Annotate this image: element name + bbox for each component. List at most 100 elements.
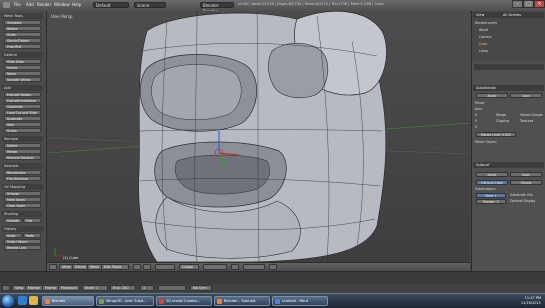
tool-button[interactable]: Delete xyxy=(4,143,41,148)
tool-section-header[interactable]: History xyxy=(2,226,43,232)
ie-icon[interactable] xyxy=(18,296,27,305)
minimize-icon[interactable]: – xyxy=(512,0,523,8)
start-button[interactable] xyxy=(2,295,14,307)
modifier-header[interactable]: Subdivision xyxy=(473,85,544,91)
tool-button[interactable]: Recalculate xyxy=(4,170,41,175)
render-levels-field[interactable]: Render: 2 xyxy=(476,199,506,204)
tool-section-header[interactable]: Deform xyxy=(2,52,43,58)
tool-button[interactable]: Mark Seam xyxy=(4,197,41,202)
menu-frame[interactable]: Frame xyxy=(42,285,59,291)
tool-button[interactable]: Smooth xyxy=(4,218,22,223)
taskbar-item[interactable]: Untitled - Paint xyxy=(272,296,328,306)
taskbar-item[interactable]: Blender xyxy=(42,296,94,306)
simple-button[interactable]: Simple xyxy=(510,180,542,185)
tool-section-header[interactable]: Add xyxy=(2,85,43,91)
taskbar-item[interactable]: Wings3D - Add: Subd... xyxy=(96,296,154,306)
tool-section-header[interactable]: Normals xyxy=(2,163,43,169)
tool-button[interactable]: Unwrap xyxy=(4,191,41,196)
taskbar-item[interactable]: 3D model Creator... xyxy=(156,296,212,306)
menu-render[interactable]: Render xyxy=(37,2,51,7)
tool-button[interactable]: Scale xyxy=(4,32,41,37)
current-frame-field[interactable]: 1 xyxy=(140,285,154,291)
snap-icon[interactable] xyxy=(269,264,277,270)
maximize-icon[interactable]: □ xyxy=(523,0,534,8)
tool-button[interactable]: Push/Pull xyxy=(4,44,41,49)
mode-selector[interactable]: Edit Mode xyxy=(101,264,129,270)
menu-playback[interactable]: Playback xyxy=(58,285,80,291)
merge-limit-field[interactable]: Merge Limit: 0.001 xyxy=(476,132,516,137)
vertex-groups-checkbox[interactable]: Vertex Groups xyxy=(520,113,543,117)
apply-button[interactable]: Apply xyxy=(476,172,508,177)
merge-checkbox[interactable]: Merge xyxy=(496,113,506,117)
tool-section-header[interactable]: Remove xyxy=(2,136,43,142)
close-icon[interactable]: × xyxy=(534,0,545,8)
view-levels-field[interactable]: View: 1 xyxy=(476,193,506,198)
menu-window[interactable]: Window xyxy=(54,2,70,7)
tool-button[interactable]: Spin xyxy=(4,122,41,127)
scene-selector[interactable]: Scene xyxy=(134,2,166,8)
shading-icon[interactable] xyxy=(133,264,141,270)
tool-button[interactable]: Vertex xyxy=(4,65,41,70)
tool-button[interactable]: Screw xyxy=(4,128,41,133)
outliner-item[interactable]: Cube xyxy=(479,42,487,46)
menu-view[interactable]: View xyxy=(476,13,484,17)
end-frame-field[interactable]: End: 250 xyxy=(110,285,136,291)
tool-button[interactable]: Shrink/Flatten xyxy=(4,38,41,43)
tool-button[interactable]: Repeat Last xyxy=(4,245,41,250)
transform-orientation[interactable]: Global xyxy=(179,264,199,270)
proportional-edit-icon[interactable] xyxy=(243,264,265,270)
tool-button[interactable]: Duplicate xyxy=(4,116,41,121)
tool-section-header[interactable]: Mesh Tools xyxy=(2,13,43,19)
timeline-track[interactable] xyxy=(0,272,545,284)
sync-selector[interactable]: No Sync xyxy=(190,285,212,291)
tool-button[interactable]: Translate xyxy=(4,20,41,25)
outliner-item[interactable]: Camera xyxy=(479,35,492,39)
outliner-item[interactable]: RenderLayers xyxy=(475,21,497,25)
tool-section-header[interactable]: Shading xyxy=(2,211,43,217)
taskbar-item[interactable]: Blender - Tutorials xyxy=(214,296,270,306)
playback-controls[interactable] xyxy=(158,285,186,291)
tool-button[interactable]: Noise xyxy=(4,71,41,76)
tool-button[interactable]: Slide Edge xyxy=(4,59,41,64)
axis-y-checkbox[interactable]: Y xyxy=(475,119,477,123)
editor-type-icon[interactable] xyxy=(49,264,57,270)
tool-button[interactable]: Smooth Vertex xyxy=(4,77,41,82)
3d-viewport[interactable]: User Persp (1) Cube xyxy=(47,11,470,262)
menu-add[interactable]: Add xyxy=(26,2,34,7)
copy-button[interactable]: Copy xyxy=(510,93,542,98)
editor-type-icon[interactable] xyxy=(3,2,10,8)
render-engine-selector[interactable]: Blender Render xyxy=(200,2,234,14)
menu-marker[interactable]: Marker xyxy=(25,285,44,291)
menu-mesh[interactable]: Mesh xyxy=(87,264,103,270)
axis-x-checkbox[interactable]: X xyxy=(475,113,477,117)
optimal-display-checkbox[interactable]: Optimal Display xyxy=(510,199,535,203)
tool-button[interactable]: Merge xyxy=(4,149,41,154)
outliner-item[interactable]: Lamp xyxy=(479,49,488,53)
start-frame-field[interactable]: Start: 1 xyxy=(82,285,108,291)
tool-button[interactable]: Extrude Region xyxy=(4,92,41,97)
outliner-item[interactable]: World xyxy=(479,28,488,32)
tool-button[interactable]: Undo History xyxy=(4,239,41,244)
menu-help[interactable]: Help xyxy=(72,2,81,7)
tool-button[interactable]: Remove Doubles xyxy=(4,155,41,160)
tool-button[interactable]: Loop Cut and Slide xyxy=(4,110,41,115)
tool-button[interactable]: Redo xyxy=(23,233,41,238)
subdivide-uvs-checkbox[interactable]: Subdivide UVs xyxy=(510,193,533,197)
tool-button[interactable]: Flat xyxy=(23,218,41,223)
manipulator-icons[interactable] xyxy=(155,264,175,270)
tool-button[interactable]: Flip Direction xyxy=(4,176,41,181)
catmull-clark-button[interactable]: Catmull-Clark xyxy=(476,180,508,185)
layout-selector[interactable]: Default xyxy=(93,2,129,8)
tool-button[interactable]: Subdivide xyxy=(4,104,41,109)
folder-icon[interactable] xyxy=(29,296,38,305)
tool-button[interactable]: Extrude Individual xyxy=(4,98,41,103)
clipping-checkbox[interactable]: Clipping xyxy=(496,119,509,123)
editor-type-icon[interactable] xyxy=(2,285,10,291)
textures-checkbox[interactable]: Textures xyxy=(520,119,533,123)
properties-tabs[interactable] xyxy=(474,64,544,70)
pivot-icon[interactable] xyxy=(143,264,151,270)
copy-button[interactable]: Copy xyxy=(510,172,542,177)
system-clock[interactable]: 11:47 PM 11/16/2011 xyxy=(521,296,541,305)
tool-button[interactable]: Undo xyxy=(4,233,22,238)
menu-file[interactable]: File xyxy=(14,2,21,7)
